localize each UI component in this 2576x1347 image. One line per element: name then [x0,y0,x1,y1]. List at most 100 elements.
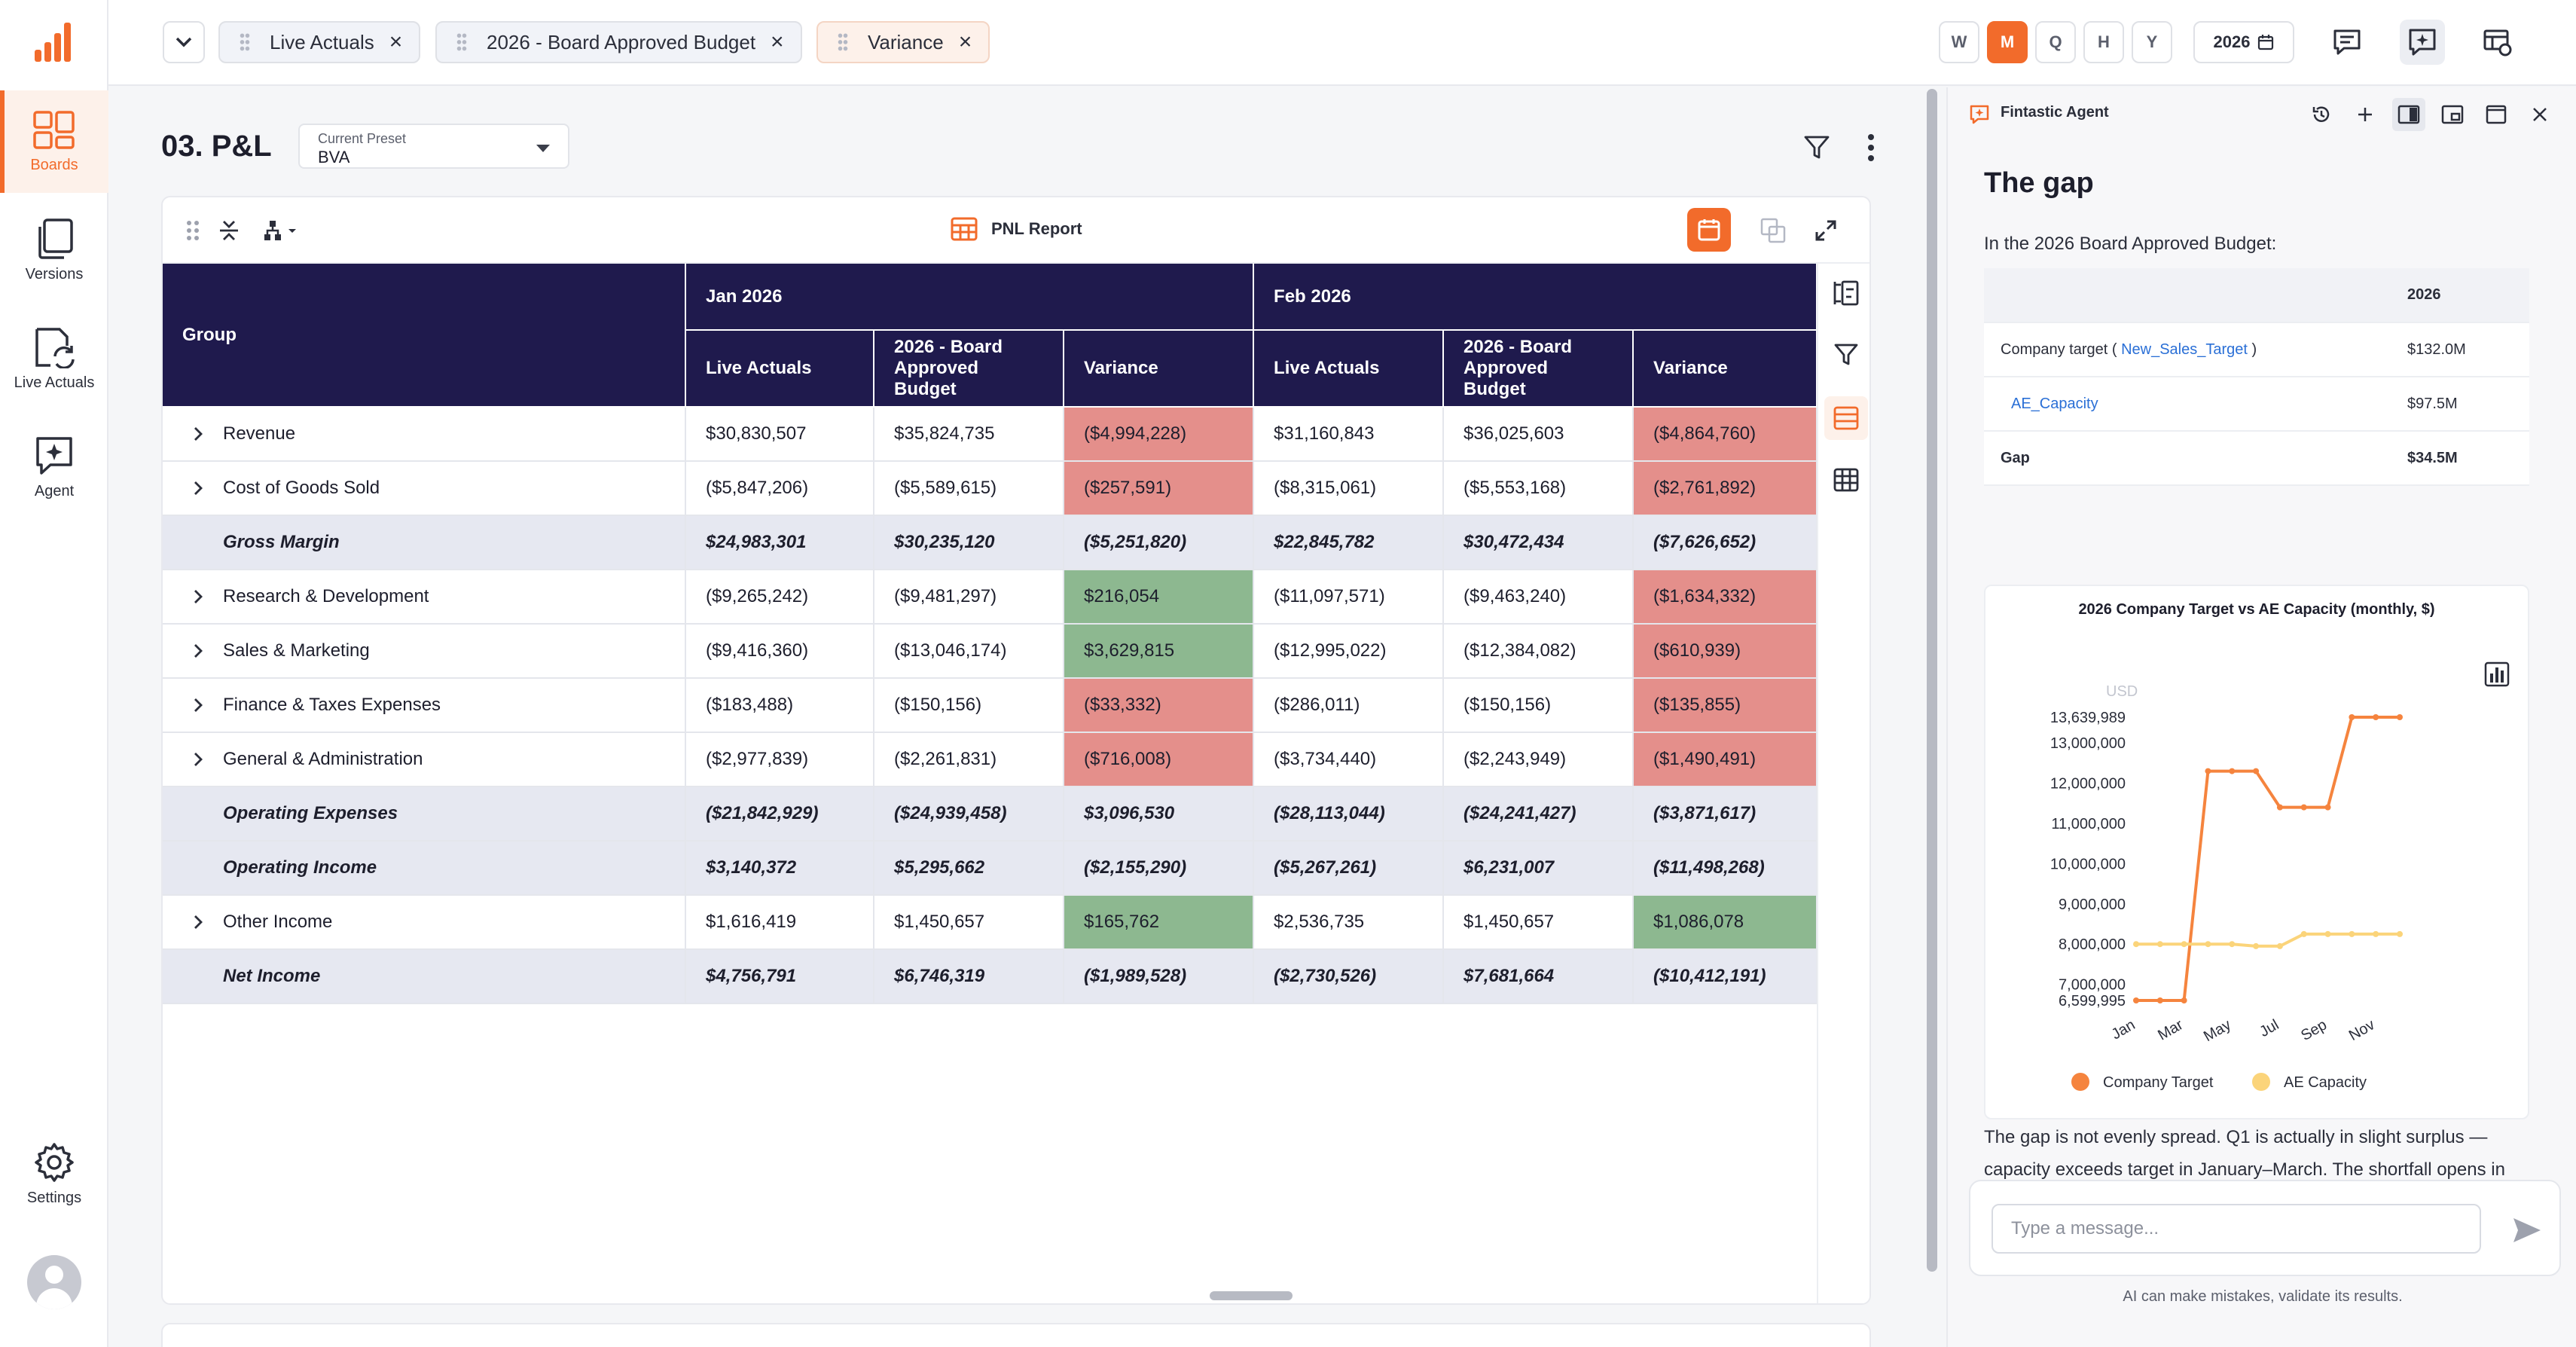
table-row[interactable]: Operating Expenses ($21,842,929) ($24,939,… [163,787,1818,841]
table-cell[interactable]: ($33,332) [1064,678,1255,733]
table-cell[interactable]: ($5,267,261) [1253,841,1445,896]
table-row[interactable]: Gross Margin $24,983,301 $30,235,120 ($5,25… [163,515,1818,570]
table-cell[interactable]: ($11,097,571) [1253,570,1445,625]
views-dropdown-button[interactable] [163,21,205,63]
table-row[interactable]: Operating Income $3,140,372 $5,295,662 ($2,… [163,841,1818,896]
agent-toggle-button[interactable] [2400,20,2445,65]
table-cell[interactable]: ($24,939,458) [874,787,1064,841]
version-chip-variance[interactable]: Variance × [816,21,990,63]
avatar[interactable] [27,1255,81,1309]
table-cell[interactable]: ($150,156) [874,678,1064,733]
group-header[interactable]: Group [163,264,686,408]
compare-button[interactable] [1755,212,1791,249]
chevron-right-icon[interactable] [193,426,203,447]
table-cell[interactable]: ($716,008) [1064,732,1255,787]
period-year-button[interactable]: Y [2132,21,2172,63]
table-cell[interactable]: $7,681,664 [1443,949,1634,1004]
table-cell[interactable]: ($7,626,652) [1633,515,1818,570]
data-point[interactable] [2181,941,2187,948]
send-button[interactable] [2508,1211,2546,1249]
period-month-button[interactable]: M [1987,21,2028,63]
new-chat-button[interactable] [2349,98,2382,131]
chevron-right-icon[interactable] [193,914,203,936]
table-cell[interactable]: $22,845,782 [1253,515,1445,570]
rows-view-button[interactable] [1824,396,1868,440]
sidebar-item-agent[interactable]: Agent [0,416,108,518]
grid-view-button[interactable] [1824,458,1868,502]
table-cell[interactable]: ($24,241,427) [1443,787,1634,841]
driver-link[interactable]: AE_Capacity [2011,396,2098,412]
table-cell[interactable]: ($9,265,242) [685,570,874,625]
data-point[interactable] [2300,930,2307,937]
date-range-button[interactable] [1687,208,1731,252]
table-cell[interactable]: ($1,490,491) [1633,732,1818,787]
data-point[interactable] [2349,714,2355,720]
row-group-cell[interactable]: Cost of Goods Sold [163,461,686,516]
chevron-right-icon[interactable] [193,480,203,502]
table-cell[interactable]: $4,756,791 [685,949,874,1004]
table-cell[interactable]: $3,629,815 [1064,624,1255,679]
table-cell[interactable]: $3,140,372 [685,841,874,896]
table-cell[interactable]: $35,824,735 [874,407,1064,462]
data-point[interactable] [2300,804,2307,811]
data-point[interactable] [2253,768,2260,774]
table-cell[interactable]: ($28,113,044) [1253,787,1445,841]
table-cell[interactable]: ($4,864,760) [1633,407,1818,462]
data-point[interactable] [2397,930,2403,937]
data-point[interactable] [2133,941,2139,948]
app-logo[interactable] [32,20,77,65]
expand-report-button[interactable] [1808,212,1844,249]
version-chip-budget[interactable]: 2026 - Board Approved Budget × [435,21,802,63]
column-header[interactable]: Variance [1064,330,1255,408]
column-header[interactable]: Live Actuals [685,330,874,408]
table-cell[interactable]: $36,025,603 [1443,407,1634,462]
chevron-right-icon[interactable] [193,751,203,773]
sidebar-item-boards[interactable]: Boards [0,90,108,193]
close-icon[interactable]: × [389,31,403,53]
row-group-cell[interactable]: Sales & Marketing [163,624,686,679]
table-row[interactable]: Cost of Goods Sold ($5,847,206) ($5,589,61… [163,461,1818,516]
comments-button[interactable] [2324,20,2370,65]
drag-handle-icon[interactable] [240,32,250,52]
table-cell[interactable]: ($1,634,332) [1633,570,1818,625]
table-cell[interactable]: ($2,761,892) [1633,461,1818,516]
table-cell[interactable]: ($9,481,297) [874,570,1064,625]
chevron-right-icon[interactable] [193,697,203,719]
table-cell[interactable]: ($2,730,526) [1253,949,1445,1004]
sidebar-item-settings[interactable]: Settings [0,1122,108,1225]
board-filter-button[interactable] [1799,130,1835,166]
table-row[interactable]: General & Administration ($2,977,839) ($2,… [163,732,1818,787]
board-more-button[interactable] [1853,130,1889,166]
data-point[interactable] [2324,804,2331,811]
chevron-right-icon[interactable] [193,588,203,610]
table-cell[interactable]: $31,160,843 [1253,407,1445,462]
table-settings-button[interactable] [2475,20,2520,65]
report-filter-button[interactable] [1824,333,1868,377]
column-header[interactable]: 2026 - Board Approved Budget [874,330,1064,408]
close-icon[interactable]: × [771,31,784,53]
table-cell[interactable]: ($8,315,061) [1253,461,1445,516]
table-cell[interactable]: ($3,871,617) [1633,787,1818,841]
close-icon[interactable]: × [959,31,972,53]
data-point[interactable] [2229,941,2236,948]
sidebar-item-versions[interactable]: Versions [0,199,108,301]
column-header[interactable]: Live Actuals [1253,330,1445,408]
table-row[interactable]: Finance & Taxes Expenses ($183,488) ($150,… [163,678,1818,733]
month-header[interactable]: Feb 2026 [1253,264,1818,331]
table-row[interactable]: Research & Development ($9,265,242) ($9,48… [163,570,1818,625]
table-row[interactable]: Net Income $4,756,791 $6,746,319 ($1,989,52… [163,949,1818,1004]
dock-side-button[interactable] [2392,98,2425,131]
table-cell[interactable]: $216,054 [1064,570,1255,625]
legend-label[interactable]: AE Capacity [2284,1074,2367,1091]
data-point[interactable] [2373,714,2379,720]
row-group-cell[interactable]: Finance & Taxes Expenses [163,678,686,733]
data-point[interactable] [2276,942,2283,949]
table-cell[interactable]: ($12,995,022) [1253,624,1445,679]
period-half-button[interactable]: H [2083,21,2124,63]
sidebar-item-live-actuals[interactable]: Live Actuals [0,307,108,410]
column-header[interactable]: 2026 - Board Approved Budget [1443,330,1634,408]
data-point[interactable] [2229,768,2236,774]
drag-handle-icon[interactable] [456,32,467,52]
period-week-button[interactable]: W [1939,21,1979,63]
data-point[interactable] [2156,941,2163,948]
